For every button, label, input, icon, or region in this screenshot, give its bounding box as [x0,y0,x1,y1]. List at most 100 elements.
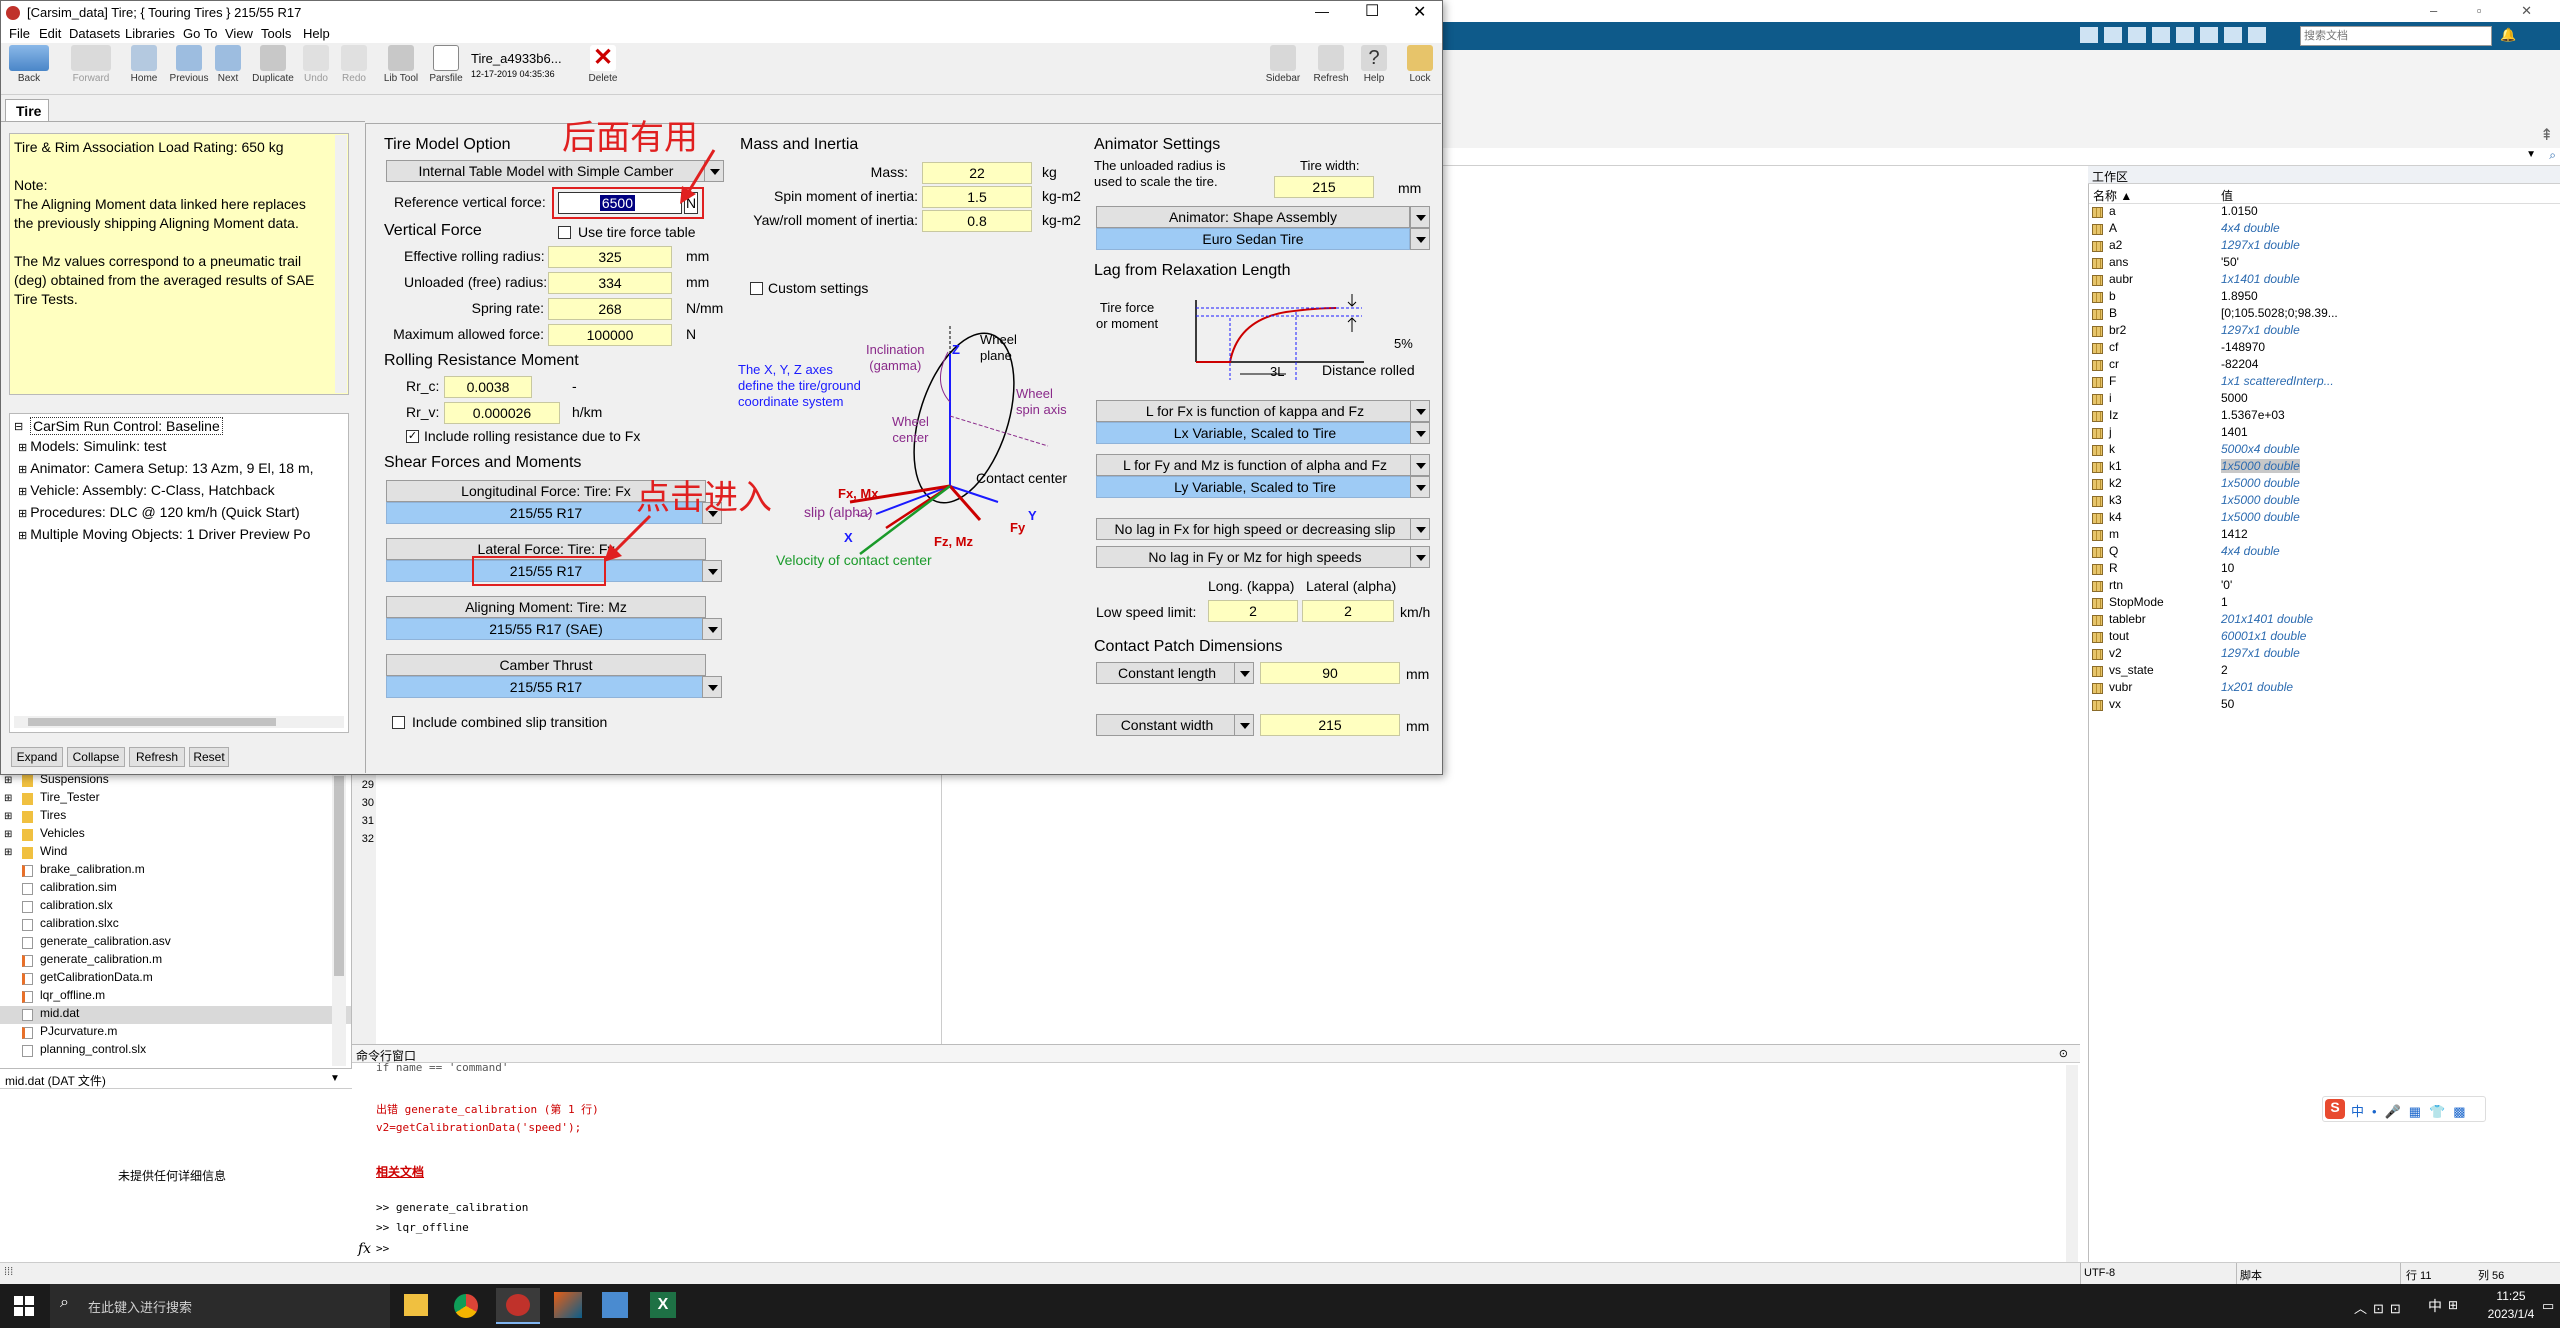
menu-edit[interactable]: Edit [39,26,61,41]
aligning-moment-value[interactable]: 215/55 R17 (SAE) [386,618,706,640]
expand-icon[interactable]: ⊞ [18,486,30,498]
file-list-item[interactable]: calibration.slxc [0,916,351,934]
workspace-row[interactable]: br2 1297x1 double [2089,323,2560,340]
workspace-row[interactable]: vx 50 [2089,697,2560,714]
animator-shape-dropdown-top[interactable] [1410,206,1430,228]
notes-panel[interactable]: Tire & Rim Association Load Rating: 650 … [9,133,349,395]
sidebar-button[interactable]: Sidebar [1263,45,1303,84]
workspace-row[interactable]: StopMode 1 [2089,595,2560,612]
workspace-row[interactable]: F 1x1 scatteredInterp... [2089,374,2560,391]
tree-root[interactable]: CarSim Run Control: Baseline [30,417,223,435]
file-list-item[interactable]: generate_calibration.asv [0,934,351,952]
rolling-radius-field[interactable]: 325 [548,246,672,268]
mass-field[interactable]: 22 [922,162,1032,184]
collapse-button[interactable]: Collapse [67,747,125,767]
lib-tool-button[interactable]: Lib Tool [379,45,423,84]
maximize-button[interactable]: ☐ [1365,1,1379,21]
workspace-row[interactable]: tout 60001x1 double [2089,629,2560,646]
paste-icon[interactable] [2152,27,2170,43]
notification-icon[interactable]: 🔔 [2500,27,2516,43]
redo-button[interactable]: Redo [337,45,371,84]
workspace-row[interactable]: b 1.8950 [2089,289,2560,306]
expand-icon[interactable]: ⊞ [18,464,30,476]
expand-icon[interactable]: ⊞ [4,775,12,786]
expand-icon[interactable]: ⊞ [18,508,30,520]
contact-width-field[interactable]: 215 [1260,714,1400,736]
workspace-row[interactable]: a 1.0150 [2089,204,2560,221]
expand-icon[interactable]: ⊞ [18,442,30,454]
duplicate-button[interactable]: Duplicate [251,45,295,84]
tray-icons[interactable]: ︿⊡⊡ [2354,1298,2407,1317]
tree-item[interactable]: ⊞ Procedures: DLC @ 120 km/h (Quick Star… [18,504,300,520]
nolag-fx-option[interactable]: No lag in Fx for high speed or decreasin… [1096,518,1414,540]
file-list-item[interactable]: getCalibrationData.m [0,970,351,988]
doc-search-input[interactable] [2300,26,2492,46]
app-icon[interactable] [602,1292,628,1318]
excel-icon[interactable]: X [650,1292,676,1318]
lag-fy-button[interactable]: L for Fy and Mz is function of alpha and… [1096,454,1414,476]
workspace-row[interactable]: aubr 1x1401 double [2089,272,2560,289]
tree-item[interactable]: ⊞ Multiple Moving Objects: 1 Driver Prev… [18,526,310,542]
file-list-item[interactable]: generate_calibration.m [0,952,351,970]
file-list-item[interactable]: brake_calibration.m [0,862,351,880]
expand-icon[interactable]: ⊞ [18,530,30,542]
collapse-icon[interactable]: ⇞ [2540,125,2553,145]
next-button[interactable]: Next [211,45,245,84]
rr-v-field[interactable]: 0.000026 [444,402,560,424]
save-icon[interactable] [2080,27,2098,43]
cut-icon[interactable] [2104,27,2122,43]
workspace-row[interactable]: k1 1x5000 double [2089,459,2560,476]
rr-c-field[interactable]: 0.0038 [444,376,532,398]
yaw-inertia-field[interactable]: 0.8 [922,210,1032,232]
search-icon[interactable]: ⌕ [2549,148,2556,163]
ws-col-name[interactable]: 名称 ▲ [2093,187,2132,204]
aligning-dropdown[interactable] [702,618,722,640]
parsfile-button[interactable]: Parsfile [427,45,465,84]
workspace-row[interactable]: vubr 1x201 double [2089,680,2560,697]
sogou-icon[interactable]: S [2325,1099,2345,1119]
carsim-taskbar-button[interactable] [496,1288,540,1324]
workspace-row[interactable]: A 4x4 double [2089,221,2560,238]
camber-dropdown[interactable] [702,676,722,698]
previous-button[interactable]: Previous [169,45,209,84]
nolag-fy-option[interactable]: No lag in Fy or Mz for high speeds [1096,546,1414,568]
workspace-row[interactable]: m 1412 [2089,527,2560,544]
matlab-icon[interactable] [554,1292,582,1318]
cmd-scrollbar[interactable] [2066,1065,2078,1265]
windows-start-icon[interactable] [14,1296,34,1316]
workspace-row[interactable]: k3 1x5000 double [2089,493,2560,510]
files-scrollbar[interactable] [332,766,346,1066]
workspace-row[interactable]: k4 1x5000 double [2089,510,2560,527]
taskbar-search-box[interactable]: ⌕ 在此键入进行搜索 [50,1284,390,1328]
free-radius-field[interactable]: 334 [548,272,672,294]
notes-scrollbar[interactable] [335,135,347,393]
lateral-dropdown[interactable] [702,560,722,582]
lag-fx-button[interactable]: L for Fx is function of kappa and Fz [1096,400,1414,422]
tree-refresh-button[interactable]: Refresh [129,747,185,767]
workspace-row[interactable]: v2 1297x1 double [2089,646,2560,663]
tire-width-field[interactable]: 215 [1274,176,1374,198]
matlab-window-controls[interactable]: – ▫ ✕ [2430,3,2550,19]
delete-button[interactable]: ✕ Delete [585,45,621,85]
workspace-row[interactable]: vs_state 2 [2089,663,2560,680]
animator-shape-dropdown[interactable] [1410,228,1430,250]
editor-pane-left[interactable] [376,766,942,1044]
file-list-item[interactable]: ⊞ Tires [0,808,351,826]
tree-item[interactable]: ⊞ Models: Simulink: test [18,438,166,454]
chevron-down-icon[interactable]: ▼ [2526,149,2536,160]
animator-shape-value[interactable]: Euro Sedan Tire [1096,228,1410,250]
nolag-fy-dropdown[interactable] [1410,546,1430,568]
file-list-item[interactable]: ⊞ Tire_Tester [0,790,351,808]
workspace-row[interactable]: k2 1x5000 double [2089,476,2560,493]
expand-icon[interactable]: ⊞ [4,829,12,840]
contact-length-field[interactable]: 90 [1260,662,1400,684]
ime-indicator[interactable]: 中 [2428,1296,2442,1316]
contact-width-dropdown[interactable] [1234,714,1254,736]
menu-datasets[interactable]: Datasets [69,26,120,41]
workspace-row[interactable]: i 5000 [2089,391,2560,408]
low-speed-lat-field[interactable]: 2 [1302,600,1394,622]
forward-button[interactable]: Forward [69,45,113,84]
workspace-row[interactable]: cf -148970 [2089,340,2560,357]
ime-toolbar[interactable]: S 中•🎤▦👕▩ [2322,1096,2486,1122]
command-window[interactable]: 命令行窗口 ⊙ if name == 'command' 出错 generate… [352,1044,2080,1268]
